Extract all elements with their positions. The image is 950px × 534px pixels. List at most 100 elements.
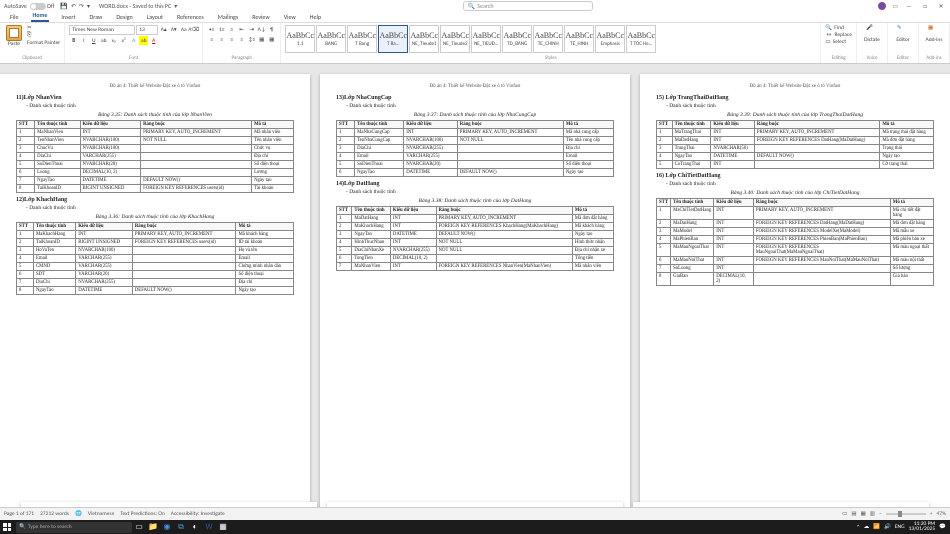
tab-mailings[interactable]: Mailings (216, 13, 240, 22)
zoom-level[interactable]: 47% (936, 511, 946, 517)
font-color-icon[interactable]: A (149, 36, 158, 45)
font-name-combo[interactable]: Times New Roman (69, 25, 135, 35)
web-layout-icon[interactable]: ▥ (870, 511, 875, 517)
tab-review[interactable]: Review (250, 13, 271, 22)
zoom-slider[interactable] (886, 513, 926, 515)
style-2[interactable]: AaBbCcT Bang (347, 25, 377, 53)
tab-file[interactable]: File (8, 13, 21, 22)
highlight-icon[interactable]: ab (139, 36, 148, 45)
document-canvas[interactable]: ↻SHARECODE.vn Copyright © ShareCode.vn S… (0, 64, 950, 507)
tab-design[interactable]: Design (114, 13, 134, 22)
vscode-icon[interactable]: ⧉ (175, 521, 187, 533)
align-center-icon[interactable]: ≡ (217, 35, 226, 44)
addins-button[interactable]: ▦Add-ins (923, 25, 945, 43)
qat-dropdown-icon[interactable]: ▾ (87, 2, 90, 10)
tab-home[interactable]: Home (31, 11, 50, 22)
find-button[interactable]: 🔍Find (825, 25, 852, 31)
subscript-icon[interactable]: x₂ (109, 36, 118, 45)
edge-icon[interactable]: ◉ (161, 521, 173, 533)
maximize-button[interactable]: □ (920, 2, 930, 10)
explorer-icon[interactable]: 📁 (147, 521, 159, 533)
style-0[interactable]: AaBbCc1.1 (285, 25, 315, 53)
text-effects-icon[interactable]: A (129, 36, 138, 45)
search-box[interactable]: 🔍 Search (463, 1, 593, 11)
status-page[interactable]: Page 1 of 171 (4, 511, 34, 517)
numbering-icon[interactable]: 1≡ (217, 25, 226, 34)
tab-view[interactable]: View (282, 13, 298, 22)
clear-formatting-icon[interactable]: A⌫ (189, 26, 198, 35)
style-8[interactable]: AaBbCcTE_CHINH (533, 25, 563, 53)
tray-chevron-icon[interactable]: ^ (857, 524, 860, 530)
tray-wifi-icon[interactable]: 📶 (873, 524, 880, 530)
word-icon[interactable]: W (203, 521, 215, 533)
paste-button[interactable]: Paste (4, 25, 24, 47)
borders-icon[interactable]: ▦ (267, 35, 276, 44)
focus-mode-icon[interactable]: ▭ (842, 511, 847, 517)
style-7[interactable]: AaBbCcTD_BANG (502, 25, 532, 53)
tab-layout[interactable]: Layout (145, 13, 165, 22)
underline-icon[interactable]: U (89, 36, 98, 45)
tab-draw[interactable]: Draw (88, 13, 105, 22)
strikethrough-icon[interactable]: ab (99, 36, 108, 45)
read-mode-icon[interactable]: ▤ (851, 511, 856, 517)
undo-icon[interactable]: ↶ (71, 2, 76, 10)
editor-button[interactable]: ✎Editor (892, 25, 914, 43)
tray-date[interactable]: 13/01/2025 (909, 527, 936, 533)
minimize-button[interactable]: — (904, 2, 914, 10)
superscript-icon[interactable]: x² (119, 36, 128, 45)
shrink-font-icon[interactable]: A▾ (169, 26, 178, 35)
change-case-icon[interactable]: Aa (179, 26, 188, 35)
tray-volume-icon[interactable]: 🔊 (884, 524, 891, 530)
line-spacing-icon[interactable]: ↕≡ (247, 35, 256, 44)
justify-icon[interactable]: ≡ (237, 35, 246, 44)
style-10[interactable]: AaBbCcEmphasis (595, 25, 625, 53)
close-button[interactable]: ✕ (936, 2, 946, 10)
style-4[interactable]: AaBbCcNE_Tieude1 (409, 25, 439, 53)
task-view-icon[interactable]: ▭ (133, 521, 145, 533)
autosave-toggle[interactable] (30, 3, 46, 10)
status-words[interactable]: 27212 words (40, 511, 69, 517)
tray-notifications-icon[interactable]: 💬 (939, 524, 946, 530)
bold-icon[interactable]: B (69, 36, 78, 45)
app-icon[interactable]: ▦ (217, 521, 229, 533)
status-lang[interactable]: Vietnamese (88, 511, 114, 517)
dictate-button[interactable]: 🎤Dictate (861, 25, 883, 43)
cut-button[interactable]: ✂ (27, 25, 60, 31)
style-9[interactable]: AaBbCcTE_HINH (564, 25, 594, 53)
user-avatar[interactable] (878, 2, 886, 10)
bullets-icon[interactable]: •≡ (207, 25, 216, 34)
increase-indent-icon[interactable]: ⇥ (247, 25, 256, 34)
grow-font-icon[interactable]: A▴ (159, 26, 168, 35)
select-button[interactable]: ▭Select (825, 39, 852, 45)
zoom-out-icon[interactable]: − (879, 511, 882, 517)
tab-insert[interactable]: Insert (59, 13, 77, 22)
zoom-in-icon[interactable]: + (930, 511, 933, 517)
taskbar-search[interactable]: 🔍Type here to search (16, 522, 132, 533)
style-1[interactable]: AaBbCcBANG (316, 25, 346, 53)
style-6[interactable]: AaBbCcNE_TIEUĐ... (471, 25, 501, 53)
redo-icon[interactable]: ↷ (79, 2, 84, 10)
sort-icon[interactable]: A↓ (257, 25, 266, 34)
status-accessibility[interactable]: Accessibility: Investigate (171, 511, 225, 517)
font-size-combo[interactable]: 13 (136, 25, 158, 35)
ribbon-display-icon[interactable]: ▭ (892, 2, 898, 10)
style-3[interactable]: AaBbCcT Ba... (378, 25, 408, 53)
tab-help[interactable]: Help (308, 13, 323, 22)
start-button[interactable] (0, 520, 14, 534)
copy-button[interactable]: ⎘ (27, 32, 60, 39)
shading-icon[interactable]: ▦ (257, 35, 266, 44)
format-painter-button[interactable]: Format Painter (27, 40, 60, 46)
page-116[interactable]: Đồ án 4: Thiết kế Website Đặt xe ô tô Vi… (320, 74, 630, 507)
tray-lang-icon[interactable]: ENG (895, 524, 905, 530)
tab-references[interactable]: References (175, 13, 206, 22)
save-icon[interactable]: 💾 (60, 2, 67, 10)
print-layout-icon[interactable]: ▦ (861, 511, 866, 517)
decrease-indent-icon[interactable]: ⇤ (237, 25, 246, 34)
style-11[interactable]: AaBbCcT TOC He... (626, 25, 656, 53)
tray-cloud-icon[interactable]: ☁ (864, 524, 870, 530)
chrome-icon[interactable]: ◐ (189, 521, 201, 533)
status-predictions[interactable]: Text Predictions: On (120, 511, 164, 517)
align-right-icon[interactable]: ≡ (227, 35, 236, 44)
italic-icon[interactable]: I (79, 36, 88, 45)
show-marks-icon[interactable]: ¶ (267, 25, 276, 34)
